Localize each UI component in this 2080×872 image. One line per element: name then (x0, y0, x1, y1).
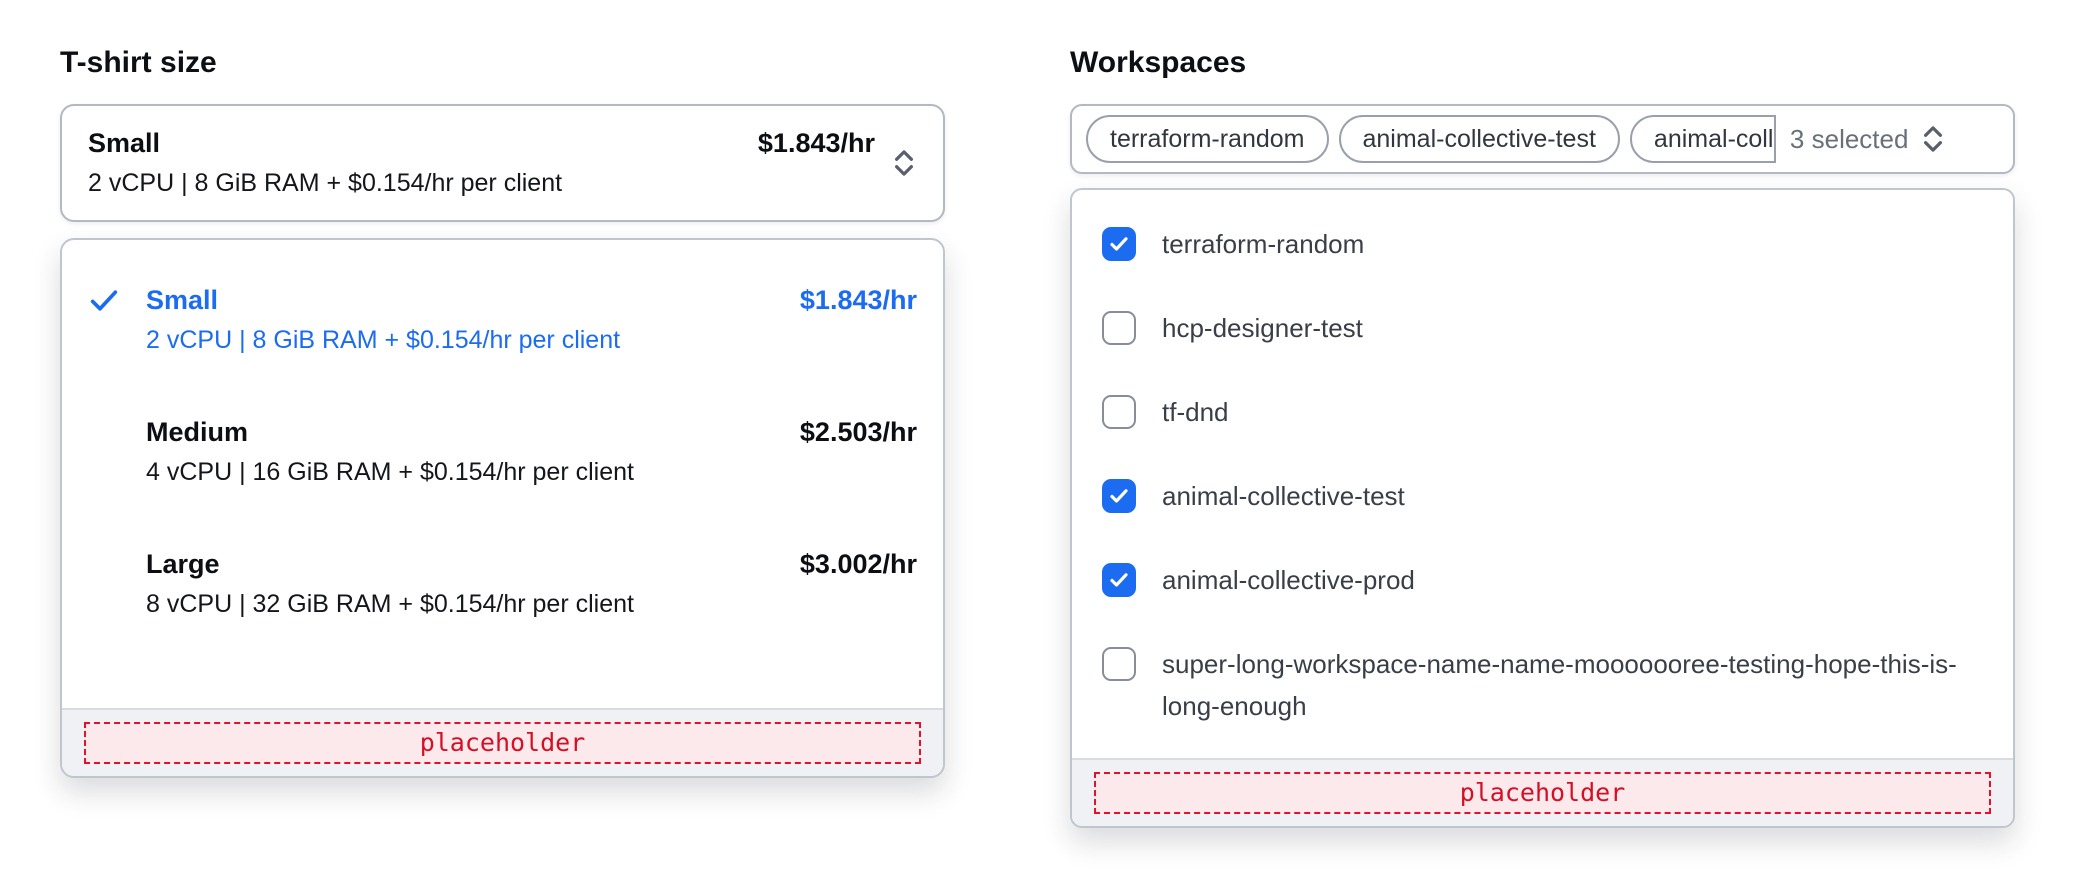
workspace-row-animal-collective-test[interactable]: animal-collective-test (1102, 454, 1983, 538)
workspaces-label: Workspaces (1070, 46, 1247, 79)
workspace-name: terraform-random (1162, 229, 1365, 259)
checkbox-checked[interactable] (1102, 479, 1136, 513)
workspace-row-terraform-random[interactable]: terraform-random (1102, 202, 1983, 286)
option-large[interactable]: Large 8 vCPU | 32 GiB RAM + $0.154/hr pe… (62, 518, 943, 650)
selected-size-title: Small (88, 128, 161, 158)
workspaces-options: terraform-random hcp-designer-test tf-dn… (1072, 190, 2013, 758)
workspace-name: tf-dnd (1162, 397, 1229, 427)
selected-size-price: $1.843/hr (757, 128, 875, 158)
option-title: Small (146, 285, 219, 315)
workspace-name: animal-collective-prod (1162, 565, 1415, 595)
chevron-up-down-icon (1924, 126, 1943, 152)
tshirt-size-label: T-shirt size (60, 46, 217, 79)
dropdown-footer: placeholder (62, 708, 943, 776)
option-medium[interactable]: Medium 4 vCPU | 16 GiB RAM + $0.154/hr p… (62, 386, 943, 518)
selected-workspace-pill: animal-collective-test (1338, 115, 1620, 163)
placeholder-slot: placeholder (84, 722, 921, 764)
workspaces-dropdown: terraform-random hcp-designer-test tf-dn… (1070, 188, 2015, 828)
selected-size-description: 2 vCPU | 8 GiB RAM + $0.154/hr per clien… (88, 169, 563, 197)
option-price: $3.002/hr (799, 549, 917, 579)
workspace-row-tf-dnd[interactable]: tf-dnd (1102, 370, 1983, 454)
option-description: 8 vCPU | 32 GiB RAM + $0.154/hr per clie… (146, 590, 634, 618)
selected-size-price-area: $1.843/hr (758, 123, 917, 203)
tshirt-size-section: T-shirt size Small 2 vCPU | 8 GiB RAM + … (60, 44, 945, 778)
placeholder-slot: placeholder (1094, 772, 1991, 814)
selected-count-label: 3 selected (1789, 124, 1909, 154)
selected-size-summary: Small 2 vCPU | 8 GiB RAM + $0.154/hr per… (88, 123, 742, 203)
option-price: $1.843/hr (799, 285, 917, 315)
option-price: $2.503/hr (799, 417, 917, 447)
chevron-up-down-icon (895, 150, 913, 176)
checkbox-checked[interactable] (1102, 227, 1136, 261)
option-description: 4 vCPU | 16 GiB RAM + $0.154/hr per clie… (146, 458, 634, 486)
checkbox-unchecked[interactable] (1102, 395, 1136, 429)
workspace-name: animal-collective-test (1162, 481, 1405, 511)
workspace-row-super-long-workspace[interactable]: super-long-workspace-name-name-moooooore… (1102, 622, 1983, 748)
workspaces-multiselect-trigger[interactable]: terraform-random animal-collective-test … (1070, 104, 2015, 174)
check-icon (1110, 489, 1128, 503)
selected-workspace-pill-clipped: animal-collective-prod (1629, 115, 1776, 163)
check-icon (1110, 573, 1128, 587)
dropdown-footer: placeholder (1072, 758, 2013, 826)
option-title: Large (146, 549, 220, 579)
check-icon (1110, 237, 1128, 251)
workspace-row-animal-collective-prod[interactable]: animal-collective-prod (1102, 538, 1983, 622)
selected-workspace-pill: terraform-random (1086, 115, 1329, 163)
workspace-row-hcp-designer-test[interactable]: hcp-designer-test (1102, 286, 1983, 370)
tshirt-size-select-trigger[interactable]: Small 2 vCPU | 8 GiB RAM + $0.154/hr per… (60, 104, 945, 222)
option-title: Medium (146, 417, 249, 447)
workspaces-section: Workspaces terraform-random animal-colle… (1070, 44, 2015, 828)
tshirt-size-dropdown: Small 2 vCPU | 8 GiB RAM + $0.154/hr per… (60, 238, 945, 778)
workspace-name: super-long-workspace-name-name-moooooore… (1162, 649, 1957, 721)
tshirt-size-options: Small 2 vCPU | 8 GiB RAM + $0.154/hr per… (62, 240, 943, 650)
check-icon (90, 290, 118, 311)
checkbox-unchecked[interactable] (1102, 647, 1136, 681)
checkbox-checked[interactable] (1102, 563, 1136, 597)
option-small[interactable]: Small 2 vCPU | 8 GiB RAM + $0.154/hr per… (62, 254, 943, 386)
checkbox-unchecked[interactable] (1102, 311, 1136, 345)
option-description: 2 vCPU | 8 GiB RAM + $0.154/hr per clien… (146, 326, 621, 354)
workspace-name: hcp-designer-test (1162, 313, 1363, 343)
